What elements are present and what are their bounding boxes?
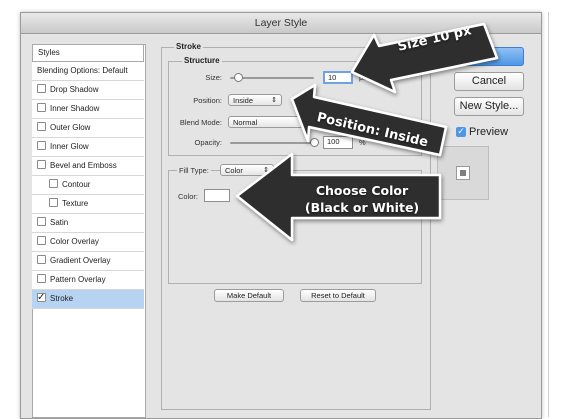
sidebar-item[interactable]: Inner Shadow [32, 100, 144, 119]
color-label: Color: [178, 192, 199, 201]
opacity-slider-thumb[interactable] [310, 138, 319, 147]
stroke-legend: Stroke [174, 42, 203, 51]
ok-button[interactable]: OK [454, 47, 524, 66]
fill-type-select[interactable]: Color ⇕ [220, 164, 274, 176]
opacity-label: Opacity: [194, 138, 222, 147]
checkbox-icon[interactable] [37, 255, 46, 264]
sidebar-item-label: Outer Glow [50, 123, 91, 132]
fill-type-value: Color [225, 166, 243, 175]
checkbox-icon[interactable] [37, 236, 46, 245]
new-style-button[interactable]: New Style... [454, 97, 524, 116]
sidebar-item[interactable]: Drop Shadow [32, 81, 144, 100]
checkbox-icon[interactable] [37, 217, 46, 226]
checkbox-icon[interactable] [37, 122, 46, 131]
blend-mode-label: Blend Mode: [179, 118, 222, 127]
sidebar-item[interactable]: Texture [32, 195, 144, 214]
checkbox-icon[interactable] [37, 141, 46, 150]
sidebar-item[interactable]: Contour [32, 176, 144, 195]
window-edge [548, 12, 568, 417]
checkbox-icon[interactable] [49, 198, 58, 207]
sidebar-item[interactable]: Gradient Overlay [32, 252, 144, 271]
sidebar-item[interactable]: Color Overlay [32, 233, 144, 252]
preview-thumbnail [437, 146, 489, 200]
sidebar-item[interactable]: Pattern Overlay [32, 271, 144, 290]
sidebar-item-label: Drop Shadow [50, 85, 99, 94]
position-label: Position: [193, 96, 222, 105]
fill-type-label: Fill Type: [177, 166, 211, 175]
preview-label: Preview [469, 126, 509, 138]
reset-default-button[interactable]: Reset to Default [300, 289, 376, 302]
stepper-arrows-icon: ⇕ [263, 167, 269, 174]
sidebar-item-label: Pattern Overlay [50, 275, 106, 284]
sidebar-item[interactable]: Stroke [32, 289, 144, 309]
preview-square [456, 166, 470, 180]
sidebar-item-label: Contour [62, 180, 91, 189]
sidebar-item[interactable]: Satin [32, 214, 144, 233]
sidebar-item[interactable]: Blending Options: Default [32, 62, 144, 81]
checkbox-icon[interactable] [49, 179, 58, 188]
sidebar-item[interactable]: Bevel and Emboss [32, 157, 144, 176]
blend-mode-value: Normal [233, 118, 258, 127]
checkbox-icon[interactable] [37, 84, 46, 93]
sidebar-item-label: Inner Glow [50, 142, 89, 151]
position-select[interactable]: Inside ⇕ [228, 94, 282, 106]
blend-mode-select[interactable]: Normal [228, 116, 306, 128]
sidebar-item-label: Texture [62, 199, 89, 208]
sidebar-item-label: Bevel and Emboss [50, 161, 117, 170]
sidebar-item-label: Satin [50, 218, 69, 227]
checkbox-icon[interactable] [37, 103, 46, 112]
opacity-unit: % [359, 138, 366, 147]
opacity-input[interactable]: 100 [323, 136, 353, 149]
sidebar-item[interactable]: Inner Glow [32, 138, 144, 157]
sidebar-item-label: Color Overlay [50, 237, 99, 246]
opacity-slider-track[interactable] [230, 142, 314, 144]
checkbox-checked-icon: ✓ [456, 127, 466, 137]
position-value: Inside [233, 96, 254, 105]
sidebar-item[interactable]: Outer Glow [32, 119, 144, 138]
size-input[interactable]: 10 [323, 71, 353, 84]
color-annotation: Choose Color (Black or White) [304, 183, 420, 215]
structure-legend: Structure [182, 56, 222, 65]
stepper-arrows-icon: ⇕ [271, 97, 277, 104]
color-swatch[interactable] [204, 189, 230, 202]
sidebar-item-label: Gradient Overlay [50, 256, 111, 265]
make-default-button[interactable]: Make Default [214, 289, 284, 302]
sidebar-item-label: Stroke [50, 294, 74, 303]
cancel-button[interactable]: Cancel [454, 72, 524, 91]
size-unit: px [359, 73, 367, 82]
size-label: Size: [205, 73, 222, 82]
sidebar-item-label: Inner Shadow [50, 104, 100, 113]
sidebar-item-label: Blending Options: Default [37, 66, 128, 75]
checkbox-icon[interactable] [37, 274, 46, 283]
checkbox-checked-icon[interactable] [37, 289, 46, 307]
styles-header[interactable]: Styles [32, 44, 144, 62]
checkbox-icon[interactable] [37, 160, 46, 169]
